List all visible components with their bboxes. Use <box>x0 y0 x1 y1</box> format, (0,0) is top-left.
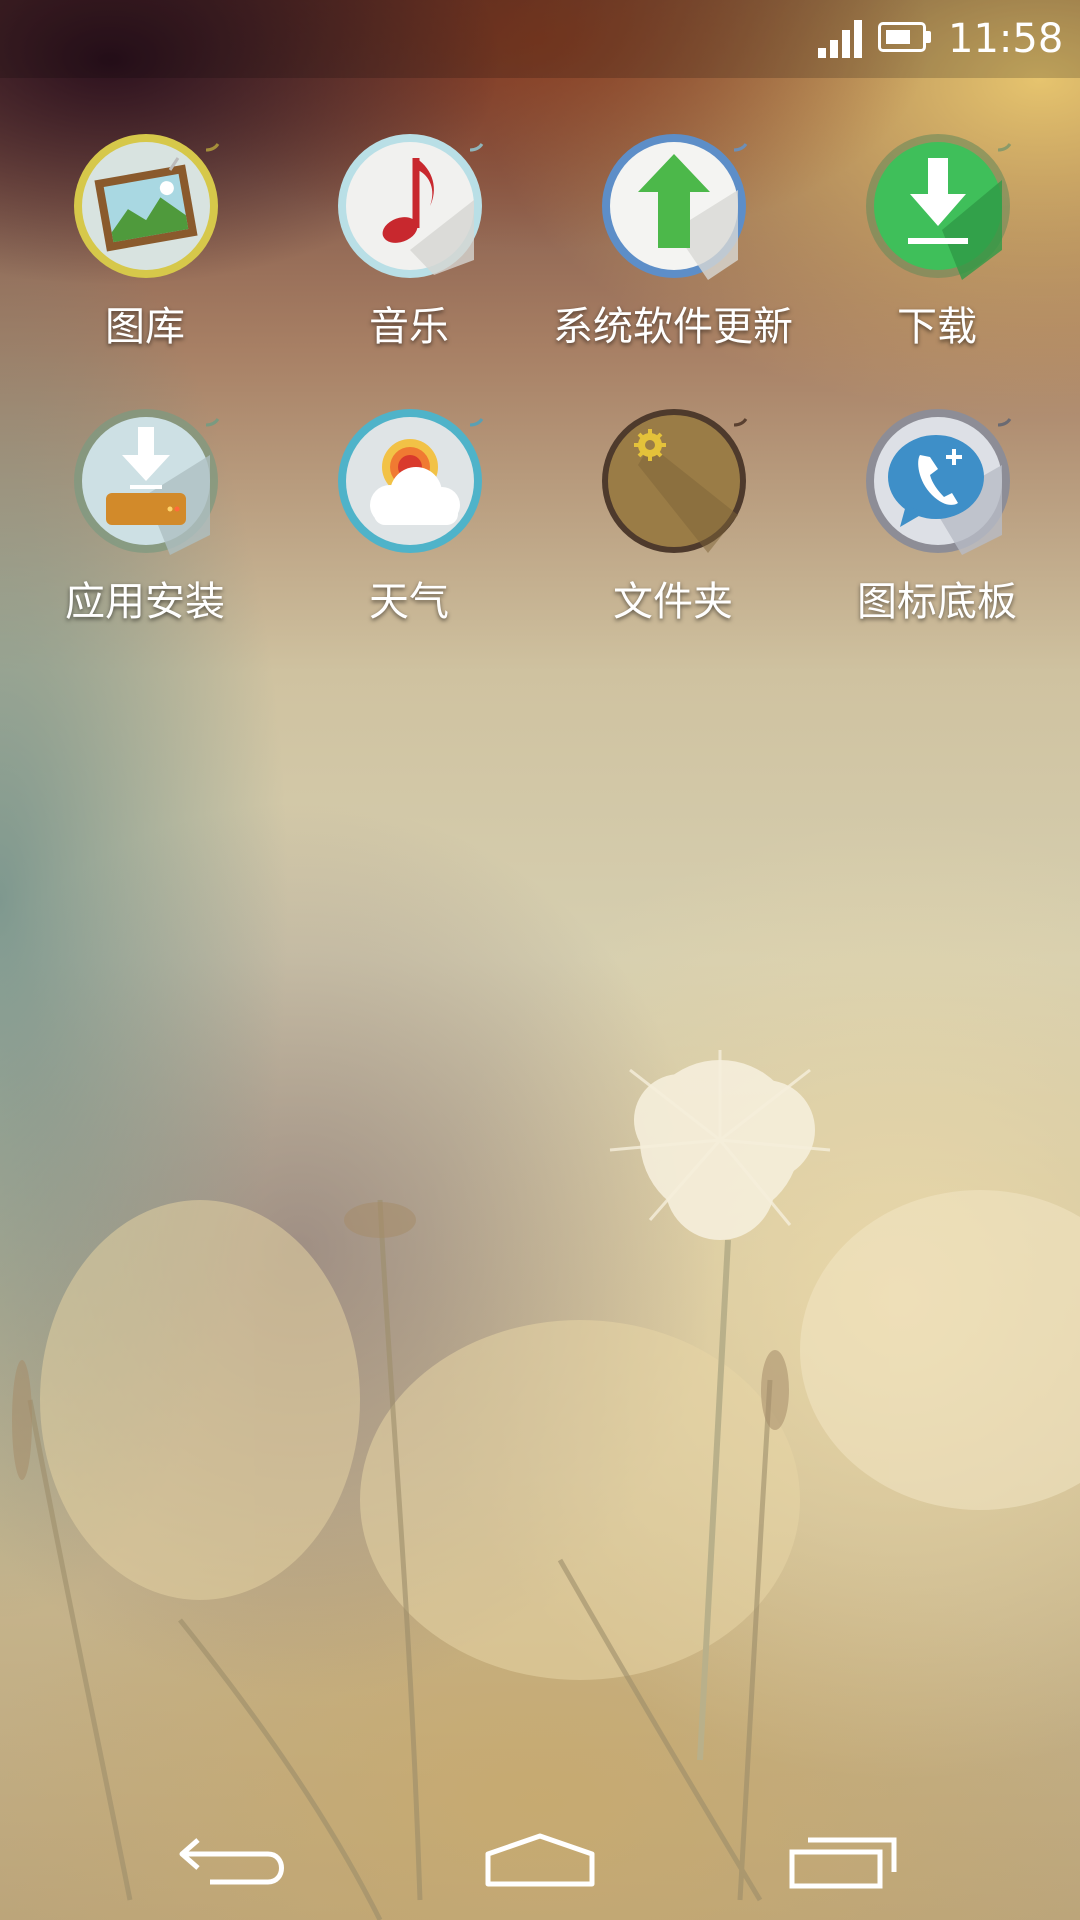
icon-base-icon <box>866 409 1012 555</box>
app-label: 图库 <box>105 304 185 350</box>
app-icon-base[interactable]: 图标底板 <box>807 405 1067 665</box>
home-icon[interactable] <box>470 1810 610 1910</box>
app-label: 音乐 <box>369 304 449 350</box>
music-icon <box>338 134 484 278</box>
app-install-icon <box>74 409 220 555</box>
app-label: 图标底板 <box>857 579 1017 625</box>
app-label: 系统软件更新 <box>553 304 793 350</box>
back-icon[interactable] <box>168 1810 308 1910</box>
recents-icon[interactable] <box>772 1810 912 1910</box>
system-update-icon <box>602 134 748 280</box>
status-bar: 11:58 <box>0 0 1080 78</box>
app-label: 天气 <box>369 579 449 625</box>
status-time: 11:58 <box>948 16 1064 62</box>
signal-icon <box>818 20 864 58</box>
home-screen: 11:58 图库 音乐 系统软件更新 下载 应用安装 天气 文件夹 图标底板 <box>0 0 1080 1920</box>
app-weather[interactable]: 天气 <box>279 405 539 665</box>
gallery-icon <box>74 134 220 278</box>
app-music[interactable]: 音乐 <box>279 130 539 390</box>
app-folder[interactable]: 文件夹 <box>543 405 803 665</box>
download-icon <box>866 134 1012 280</box>
weather-icon <box>338 409 484 553</box>
battery-icon <box>878 22 934 56</box>
app-label: 文件夹 <box>613 579 733 625</box>
app-label: 应用安装 <box>65 579 225 625</box>
app-system-update[interactable]: 系统软件更新 <box>543 130 803 390</box>
app-download[interactable]: 下载 <box>807 130 1067 390</box>
app-label: 下载 <box>897 304 977 350</box>
folder-icon <box>602 409 748 553</box>
navigation-bar <box>0 1800 1080 1920</box>
app-installer[interactable]: 应用安装 <box>15 405 275 665</box>
app-gallery[interactable]: 图库 <box>15 130 275 390</box>
